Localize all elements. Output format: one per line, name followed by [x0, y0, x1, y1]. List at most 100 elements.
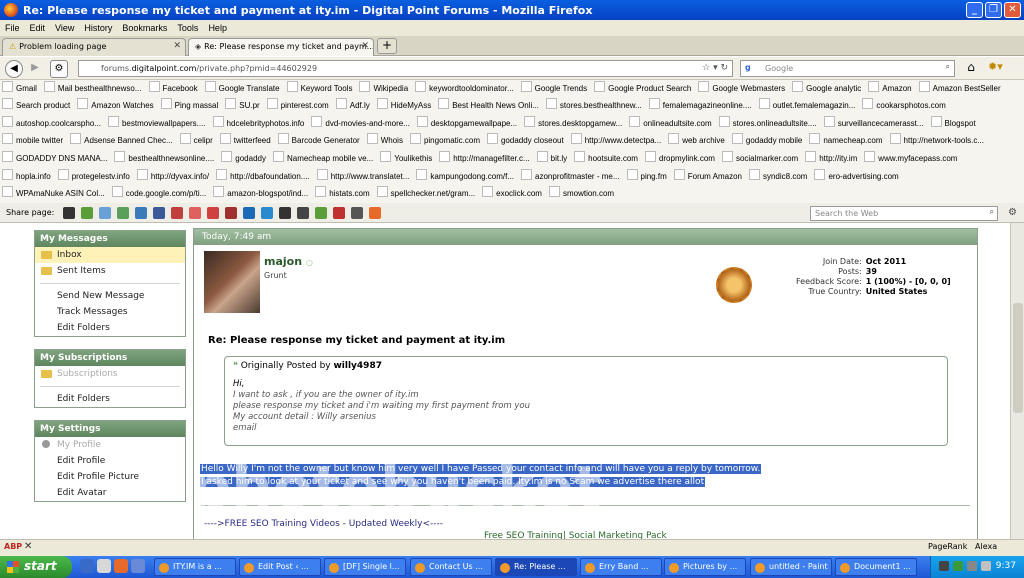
quicklaunch-icon[interactable]: [131, 559, 145, 573]
tray-icon[interactable]: [967, 561, 977, 571]
bookmark-item[interactable]: ping.fm: [627, 168, 667, 185]
bookmark-item[interactable]: Amazon BestSeller: [919, 80, 1001, 97]
bookmark-item[interactable]: godaddy: [221, 150, 266, 167]
signature-link-2[interactable]: Free SEO Training| Social Marketing Pack: [484, 531, 667, 539]
sidebar-item-track[interactable]: Track Messages: [35, 304, 185, 320]
bookmark-item[interactable]: Youlikethis: [380, 150, 432, 167]
bookmark-item[interactable]: hdcelebrityphotos.info: [213, 115, 305, 132]
sidebar-item-inbox[interactable]: Inbox: [35, 247, 185, 263]
adblock-icon[interactable]: ABP: [4, 542, 22, 551]
bookmark-item[interactable]: HideMyAss: [377, 97, 431, 114]
bookmark-item[interactable]: godaddy closeout: [487, 132, 564, 149]
bookmark-item[interactable]: Whois: [367, 132, 403, 149]
bookmark-item[interactable]: http://ity.im: [805, 150, 857, 167]
bookmark-item[interactable]: Google Product Search: [594, 80, 691, 97]
quicklaunch-icon[interactable]: [97, 559, 111, 573]
bookmark-item[interactable]: Mail besthealthnewso...: [44, 80, 142, 97]
taskbar-window-button[interactable]: Edit Post ‹ ...: [239, 558, 321, 576]
bookmark-item[interactable]: SU.pr: [225, 97, 259, 114]
bookmark-item[interactable]: http://dyvax.info/: [137, 168, 209, 185]
menu-bookmarks[interactable]: Bookmarks: [117, 23, 172, 33]
bookmark-item[interactable]: Google Webmasters: [698, 80, 785, 97]
add-share-icon[interactable]: [369, 207, 381, 219]
taskbar-window-button[interactable]: Pictures by ...: [664, 558, 746, 576]
bookmark-item[interactable]: Barcode Generator: [278, 132, 360, 149]
bookmark-item[interactable]: onlineadultsite.com: [629, 115, 711, 132]
bookmark-item[interactable]: Amazon Watches: [77, 97, 153, 114]
bookmark-item[interactable]: hootsuite.com: [574, 150, 638, 167]
share-icon[interactable]: [279, 207, 291, 219]
bookmark-item[interactable]: Google analytic: [792, 80, 861, 97]
quote-author[interactable]: willy4987: [333, 361, 382, 371]
new-tab-button[interactable]: +: [377, 38, 397, 54]
sidebar-item-my-profile[interactable]: My Profile: [35, 437, 185, 453]
pagerank-indicator[interactable]: PageRank: [928, 542, 967, 551]
bookmark-item[interactable]: GODADDY DNS MANA...: [2, 150, 107, 167]
bookmark-item[interactable]: twitterfeed: [220, 132, 271, 149]
search-icon[interactable]: ⌕: [946, 62, 950, 72]
bookmark-item[interactable]: Amazon: [868, 80, 911, 97]
bookmark-item[interactable]: pinterest.com: [267, 97, 329, 114]
bookmark-item[interactable]: Keyword Tools: [287, 80, 353, 97]
share-icon[interactable]: [333, 207, 345, 219]
sidebar-item-edit-avatar[interactable]: Edit Avatar: [35, 485, 185, 501]
bookmark-item[interactable]: protegelestv.info: [58, 168, 130, 185]
bookmark-item[interactable]: ero-advertising.com: [814, 168, 898, 185]
bookmark-item[interactable]: Search product: [2, 97, 70, 114]
close-icon[interactable]: ✕: [24, 541, 32, 552]
quicklaunch-icon[interactable]: [80, 559, 94, 573]
bookmark-item[interactable]: stores.besthealthnew...: [546, 97, 642, 114]
bookmark-item[interactable]: Google Translate: [205, 80, 280, 97]
bookmark-item[interactable]: mobile twitter: [2, 132, 63, 149]
home-icon[interactable]: ⌂: [962, 60, 980, 77]
menu-history[interactable]: History: [79, 23, 117, 33]
bookmark-item[interactable]: Ping massal: [161, 97, 219, 114]
menu-edit[interactable]: Edit: [25, 23, 51, 33]
bookmark-item[interactable]: smowtion.com: [549, 185, 614, 202]
tab-problem-loading[interactable]: ⚠ Problem loading page ✕: [2, 38, 186, 56]
share-icon[interactable]: [351, 207, 363, 219]
bookmark-item[interactable]: azonprofitmaster - me...: [521, 168, 619, 185]
menu-file[interactable]: File: [0, 23, 25, 33]
back-button[interactable]: ◀: [5, 60, 23, 78]
taskbar-window-button[interactable]: untitled - Paint: [750, 558, 832, 576]
facebook-icon[interactable]: [153, 207, 165, 219]
menu-tools[interactable]: Tools: [172, 23, 203, 33]
bookmark-item[interactable]: outlet.femalemagazin...: [759, 97, 856, 114]
bookmark-item[interactable]: http://www.detectpa...: [571, 132, 661, 149]
bookmark-item[interactable]: Forum Amazon: [674, 168, 742, 185]
bookmark-item[interactable]: http://network-tools.c...: [890, 132, 984, 149]
sidebar-item-sent[interactable]: Sent Items: [35, 263, 185, 279]
share-icon[interactable]: [225, 207, 237, 219]
avatar[interactable]: [204, 251, 260, 313]
tab-current[interactable]: ◈ Re: Please response my ticket and paym.…: [188, 38, 374, 56]
bookmark-item[interactable]: spellchecker.net/gram...: [377, 185, 475, 202]
bookmark-item[interactable]: histats.com: [315, 185, 369, 202]
menu-view[interactable]: View: [50, 23, 79, 33]
bookmark-item[interactable]: Blogspot: [931, 115, 976, 132]
bookmark-item[interactable]: bestmoviewallpapers....: [108, 115, 206, 132]
bookmark-item[interactable]: WPAmaNuke ASIN Col...: [2, 185, 105, 202]
alexa-indicator[interactable]: Alexa: [975, 542, 997, 551]
bookmark-item[interactable]: namecheap.com: [809, 132, 882, 149]
bookmark-item[interactable]: http://managefilter.c...: [439, 150, 529, 167]
bookmark-item[interactable]: autoshop.coolcarspho...: [2, 115, 101, 132]
taskbar-window-button[interactable]: Re: Please ...: [495, 558, 577, 576]
taskbar-window-button[interactable]: [DF] Single l...: [324, 558, 406, 576]
username-link[interactable]: majon ○: [264, 255, 313, 268]
share-icon[interactable]: [171, 207, 183, 219]
bookmark-item[interactable]: besthealthnewsonline....: [114, 150, 214, 167]
bookmark-item[interactable]: Wikipedia: [359, 80, 408, 97]
menu-help[interactable]: Help: [203, 23, 232, 33]
bookmark-item[interactable]: surveillancecamerasst...: [824, 115, 924, 132]
share-icon[interactable]: [81, 207, 93, 219]
myspace-icon[interactable]: [63, 207, 75, 219]
restore-button[interactable]: ❐: [985, 2, 1002, 18]
bookmark-item[interactable]: web archive: [668, 132, 725, 149]
bookmark-item[interactable]: desktopgamewallpape...: [417, 115, 517, 132]
share-icon[interactable]: [117, 207, 129, 219]
bookmark-item[interactable]: Best Health News Onli...: [438, 97, 539, 114]
bookmark-item[interactable]: stores.desktopgamew...: [524, 115, 622, 132]
bookmark-item[interactable]: dvd-movies-and-more...: [311, 115, 409, 132]
sidebar-item-edit-folders[interactable]: Edit Folders: [35, 320, 185, 336]
